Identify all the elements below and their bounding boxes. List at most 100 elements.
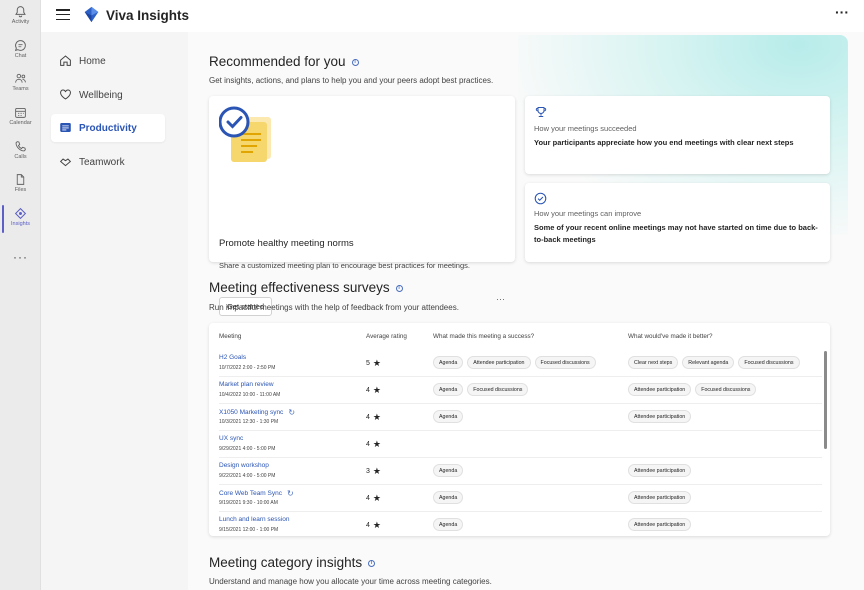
insight-text: Some of your recent online meetings may … xyxy=(534,223,818,244)
nav-label: Home xyxy=(79,55,106,67)
improvement-tags: Clear next steps Relevant agenda Focused d… xyxy=(628,356,800,369)
nav-item-home[interactable]: Home xyxy=(51,47,165,75)
insight-text: Your participants appreciate how you end… xyxy=(534,138,794,147)
teams-icon xyxy=(15,73,26,83)
recommended-subtitle: Get insights, actions, and plans to help… xyxy=(209,76,494,85)
rail-item-calls[interactable]: Calls xyxy=(0,140,41,160)
success-tags: Agenda xyxy=(433,410,464,423)
category-title: Meeting category insights i xyxy=(209,555,376,570)
star-icon: ★ xyxy=(372,520,381,530)
improvement-tag: Relevant agenda xyxy=(682,356,735,369)
average-rating: 4 ★ xyxy=(366,520,381,530)
improvement-tag: Focused discussions xyxy=(738,356,800,369)
success-tags: Agenda xyxy=(433,491,464,504)
nav-label: Wellbeing xyxy=(79,89,123,101)
viva-insights-logo-icon xyxy=(84,6,99,23)
improvement-tags: Attendee participation xyxy=(628,518,692,531)
meeting-name[interactable]: Core Web Team Sync ↻ xyxy=(219,489,294,498)
column-header-success: What made this meeting a success? xyxy=(433,333,535,340)
star-icon: ★ xyxy=(372,412,381,422)
column-header-rating: Average rating xyxy=(366,333,407,340)
improvement-tag: Attendee participation xyxy=(628,464,692,477)
meeting-name[interactable]: UX sync xyxy=(219,435,243,442)
success-tag: Attendee participation xyxy=(467,356,531,369)
insight-label: How your meetings succeeded xyxy=(534,124,637,133)
card-more-button[interactable]: ··· xyxy=(496,294,505,304)
table-row[interactable]: Lunch and learn session 9/15/2021 12:00 -… xyxy=(219,512,822,536)
improvement-tags: Attendee participation xyxy=(628,464,692,477)
meeting-name[interactable]: Lunch and learn session xyxy=(219,516,289,523)
meeting-name[interactable]: H2 Goals xyxy=(219,354,246,361)
improvement-tag: Attendee participation xyxy=(628,491,692,504)
column-header-meeting: Meeting xyxy=(219,333,242,340)
table-row[interactable]: H2 Goals 10/7/2022 2:00 - 2:50 PM 5 ★ Agenda… xyxy=(219,350,822,377)
improvement-tags: Attendee participation Focused discussion… xyxy=(628,383,757,396)
rail-more-button[interactable]: ··· xyxy=(0,250,41,264)
calendar-icon xyxy=(15,107,26,118)
table-row[interactable]: Market plan review 10/4/2022 10:00 - 11:0… xyxy=(219,377,822,404)
average-rating: 4 ★ xyxy=(366,412,381,422)
chat-icon xyxy=(14,40,26,52)
rail-item-activity[interactable]: Activity xyxy=(0,5,41,25)
meeting-name[interactable]: Design workshop xyxy=(219,462,269,469)
info-icon[interactable]: i xyxy=(351,58,359,66)
rail-label: Teams xyxy=(12,86,29,92)
success-tag: Agenda xyxy=(433,491,464,504)
table-row[interactable]: X1050 Marketing sync ↻ 10/3/2021 12:30 - 1… xyxy=(219,404,822,431)
insight-label: How your meetings can improve xyxy=(534,209,642,218)
recurring-sync-icon: ↻ xyxy=(286,489,294,498)
recommended-title: Recommended for you i xyxy=(209,54,359,69)
meeting-date: 9/29/2021 4:00 - 5:00 PM xyxy=(219,446,276,452)
more-options-button[interactable]: ··· xyxy=(835,4,849,20)
hamburger-menu-icon[interactable] xyxy=(56,9,70,21)
info-icon[interactable]: i xyxy=(395,284,403,292)
improvement-tag: Focused discussions xyxy=(695,383,757,396)
star-icon: ★ xyxy=(372,493,381,503)
rail-label: Activity xyxy=(11,19,30,25)
rail-label: Calls xyxy=(14,154,27,160)
average-rating: 4 ★ xyxy=(366,385,381,395)
card-title: Promote healthy meeting norms xyxy=(219,238,354,249)
improvement-tags: Attendee participation xyxy=(628,410,692,423)
meeting-date: 9/19/2021 9:30 - 10:00 AM xyxy=(219,500,278,506)
rail-item-insights[interactable]: Insights xyxy=(0,205,41,233)
nav-item-wellbeing[interactable]: Wellbeing xyxy=(51,81,165,109)
recurring-sync-icon: ↻ xyxy=(288,408,296,417)
nav-label: Teamwork xyxy=(79,156,125,168)
file-icon xyxy=(16,174,25,185)
improvement-tag: Clear next steps xyxy=(628,356,679,369)
column-header-better: What would've made it better? xyxy=(628,333,713,340)
meeting-date: 9/22/2021 4:00 - 5:00 PM xyxy=(219,473,276,479)
insight-card-improve: How your meetings can improve Some of yo… xyxy=(525,183,830,262)
nav-item-teamwork[interactable]: Teamwork xyxy=(51,148,165,176)
rail-item-files[interactable]: Files xyxy=(0,173,41,193)
meeting-name[interactable]: Market plan review xyxy=(219,381,274,388)
rail-item-chat[interactable]: Chat xyxy=(0,39,41,59)
meeting-date: 10/3/2021 12:30 - 1:30 PM xyxy=(219,419,279,425)
card-text: Share a customized meeting plan to encou… xyxy=(219,261,470,270)
nav-item-productivity[interactable]: Productivity xyxy=(51,114,165,142)
table-row[interactable]: Design workshop 9/22/2021 4:00 - 5:00 PM 3… xyxy=(219,458,822,485)
success-tags: Agenda xyxy=(433,518,464,531)
rail-item-teams[interactable]: Teams xyxy=(0,72,41,92)
main-content: Recommended for you i Get insights, actio… xyxy=(188,32,864,590)
meeting-name[interactable]: X1050 Marketing sync ↻ xyxy=(219,408,295,417)
meeting-date: 9/15/2021 12:00 - 1:00 PM xyxy=(219,527,279,533)
average-rating: 5 ★ xyxy=(366,358,381,368)
improvement-tag: Attendee participation xyxy=(628,518,692,531)
home-icon xyxy=(60,55,71,66)
table-row[interactable]: UX sync 9/29/2021 4:00 - 5:00 PM 4 ★ xyxy=(219,431,822,458)
rail-item-calendar[interactable]: Calendar xyxy=(0,106,41,126)
star-icon: ★ xyxy=(372,358,381,368)
table-row[interactable]: Core Web Team Sync ↻ 9/19/2021 9:30 - 10:0… xyxy=(219,485,822,512)
app-rail: Activity Chat Teams Calendar Calls Files… xyxy=(0,0,41,590)
table-scrollbar[interactable] xyxy=(824,351,827,449)
success-tag: Focused discussions xyxy=(534,356,596,369)
improvement-tags: Attendee participation xyxy=(628,491,692,504)
star-icon: ★ xyxy=(372,466,381,476)
surveys-subtitle: Run impactful meetings with the help of … xyxy=(209,303,459,312)
category-subtitle: Understand and manage how you allocate y… xyxy=(209,577,492,586)
surveys-table: Meeting Average rating What made this me… xyxy=(209,323,830,536)
info-icon[interactable]: i xyxy=(368,559,376,567)
insights-icon xyxy=(14,207,27,220)
